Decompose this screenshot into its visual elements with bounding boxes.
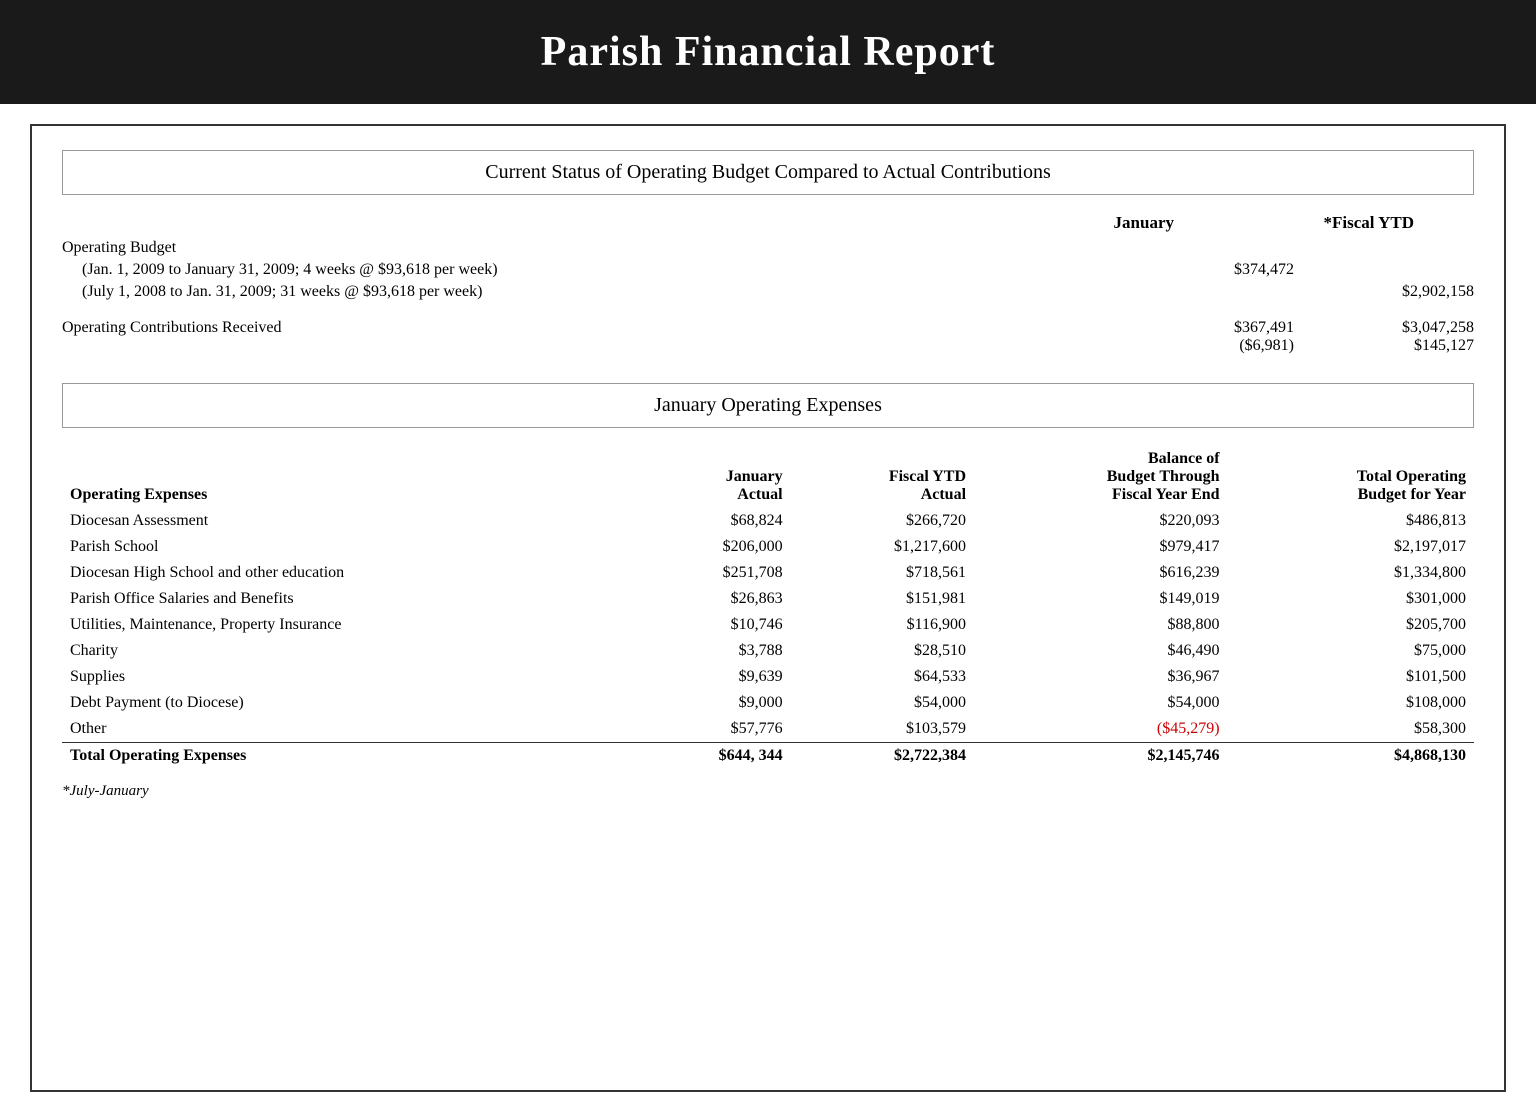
expense-row-2: Diocesan High School and other education… [62, 560, 1474, 586]
report-body: Current Status of Operating Budget Compa… [30, 124, 1506, 1092]
col-header-jan: January [994, 213, 1174, 233]
top-col-headers: January *Fiscal YTD [62, 213, 1474, 233]
expense-jan-2: $251,708 [633, 560, 790, 586]
expense-total-4: $205,700 [1228, 612, 1474, 638]
expense-balance-6: $36,967 [974, 664, 1228, 690]
footnote: *July-January [62, 783, 1474, 800]
expense-row-1: Parish School$206,000$1,217,600$979,417$… [62, 534, 1474, 560]
budget-row-2: (July 1, 2008 to Jan. 31, 2009; 31 weeks… [62, 283, 1474, 301]
bottom-section: January Operating Expenses Operating Exp… [62, 383, 1474, 800]
budget-row-0: Operating Budget [62, 239, 1474, 257]
expense-label-1: Parish School [62, 534, 633, 560]
report-title: Parish Financial Report [40, 28, 1496, 76]
total-total: $4,868,130 [1228, 743, 1474, 770]
expense-balance-2: $616,239 [974, 560, 1228, 586]
expense-row-4: Utilities, Maintenance, Property Insuran… [62, 612, 1474, 638]
expense-total-8: $58,300 [1228, 716, 1474, 743]
total-label: Total Operating Expenses [62, 743, 633, 770]
expense-ytd-3: $151,981 [791, 586, 974, 612]
expense-ytd-0: $266,720 [791, 508, 974, 534]
expense-label-3: Parish Office Salaries and Benefits [62, 586, 633, 612]
page-wrapper: Parish Financial Report Current Status o… [0, 0, 1536, 1112]
expense-row-7: Debt Payment (to Diocese)$9,000$54,000$5… [62, 690, 1474, 716]
expense-label-5: Charity [62, 638, 633, 664]
total-ytd: $2,722,384 [791, 743, 974, 770]
expense-balance-8: ($45,279) [974, 716, 1228, 743]
expense-label-4: Utilities, Maintenance, Property Insuran… [62, 612, 633, 638]
expense-row-8: Other$57,776$103,579($45,279)$58,300 [62, 716, 1474, 743]
budget-val-jan-1: $374,472 [1114, 261, 1294, 279]
expense-jan-4: $10,746 [633, 612, 790, 638]
expense-total-7: $108,000 [1228, 690, 1474, 716]
expense-label-8: Other [62, 716, 633, 743]
total-jan: $644, 344 [633, 743, 790, 770]
budget-row-3: Operating Contributions Received $367,49… [62, 319, 1474, 355]
total-balance: $2,145,746 [974, 743, 1228, 770]
top-section: Current Status of Operating Budget Compa… [62, 150, 1474, 355]
expense-balance-1: $979,417 [974, 534, 1228, 560]
expense-ytd-7: $54,000 [791, 690, 974, 716]
expense-jan-8: $57,776 [633, 716, 790, 743]
expense-total-1: $2,197,017 [1228, 534, 1474, 560]
budget-label-2: (July 1, 2008 to Jan. 31, 2009; 31 weeks… [62, 283, 1114, 301]
expense-label-0: Diocesan Assessment [62, 508, 633, 534]
expense-total-3: $301,000 [1228, 586, 1474, 612]
expense-label-7: Debt Payment (to Diocese) [62, 690, 633, 716]
expenses-header-row: Operating Expenses January Actual Fiscal… [62, 446, 1474, 508]
bottom-section-title: January Operating Expenses [62, 383, 1474, 428]
total-row: Total Operating Expenses $644, 344 $2,72… [62, 743, 1474, 770]
expense-row-5: Charity$3,788$28,510$46,490$75,000 [62, 638, 1474, 664]
expense-jan-6: $9,639 [633, 664, 790, 690]
expense-balance-0: $220,093 [974, 508, 1228, 534]
expense-jan-3: $26,863 [633, 586, 790, 612]
th-ytd: Fiscal YTD Actual [791, 446, 974, 508]
budget-val-jan-3: $367,491 ($6,981) [1114, 319, 1294, 355]
th-balance: Balance of Budget Through Fiscal Year En… [974, 446, 1228, 508]
budget-val-ytd-2: $2,902,158 [1294, 283, 1474, 301]
expenses-table: Operating Expenses January Actual Fiscal… [62, 446, 1474, 769]
budget-label-3: Operating Contributions Received [62, 319, 1114, 337]
expense-ytd-8: $103,579 [791, 716, 974, 743]
expense-ytd-1: $1,217,600 [791, 534, 974, 560]
th-label: Operating Expenses [62, 446, 633, 508]
expense-jan-5: $3,788 [633, 638, 790, 664]
expense-total-2: $1,334,800 [1228, 560, 1474, 586]
top-section-title: Current Status of Operating Budget Compa… [62, 150, 1474, 195]
expense-total-0: $486,813 [1228, 508, 1474, 534]
expense-row-3: Parish Office Salaries and Benefits$26,8… [62, 586, 1474, 612]
budget-val-ytd-3: $3,047,258 $145,127 [1294, 319, 1474, 355]
budget-label-1: (Jan. 1, 2009 to January 31, 2009; 4 wee… [62, 261, 1114, 279]
th-jan: January Actual [633, 446, 790, 508]
th-total: Total Operating Budget for Year [1228, 446, 1474, 508]
expense-total-6: $101,500 [1228, 664, 1474, 690]
expense-total-5: $75,000 [1228, 638, 1474, 664]
expense-jan-0: $68,824 [633, 508, 790, 534]
expense-jan-1: $206,000 [633, 534, 790, 560]
budget-row-1: (Jan. 1, 2009 to January 31, 2009; 4 wee… [62, 261, 1474, 279]
expense-ytd-6: $64,533 [791, 664, 974, 690]
expense-row-6: Supplies$9,639$64,533$36,967$101,500 [62, 664, 1474, 690]
expense-balance-4: $88,800 [974, 612, 1228, 638]
report-header: Parish Financial Report [0, 0, 1536, 104]
expense-row-0: Diocesan Assessment$68,824$266,720$220,0… [62, 508, 1474, 534]
expense-balance-7: $54,000 [974, 690, 1228, 716]
col-header-ytd: *Fiscal YTD [1234, 213, 1414, 233]
budget-label-0: Operating Budget [62, 239, 1114, 257]
expense-label-6: Supplies [62, 664, 633, 690]
expense-label-2: Diocesan High School and other education [62, 560, 633, 586]
expense-ytd-5: $28,510 [791, 638, 974, 664]
expense-jan-7: $9,000 [633, 690, 790, 716]
expense-ytd-4: $116,900 [791, 612, 974, 638]
expense-balance-5: $46,490 [974, 638, 1228, 664]
expense-balance-3: $149,019 [974, 586, 1228, 612]
expense-ytd-2: $718,561 [791, 560, 974, 586]
